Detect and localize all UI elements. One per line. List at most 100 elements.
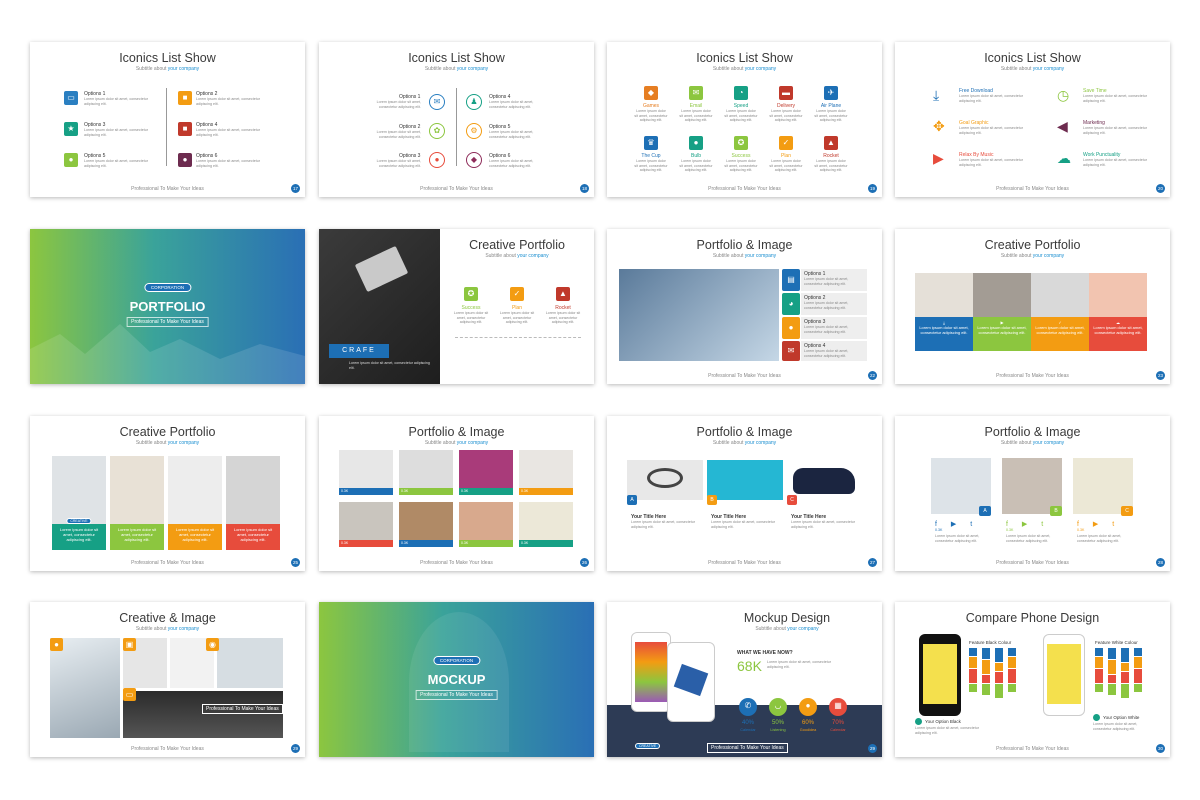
slide-footer: Professional To Make Your Ideas xyxy=(131,186,204,192)
slide-portfolio-image-2[interactable]: Portfolio & Image Subtitle about your co… xyxy=(319,416,594,571)
divider xyxy=(456,88,457,166)
chart-icon: ▤ xyxy=(782,269,800,291)
slide-subtitle: Subtitle about your company xyxy=(485,253,549,259)
image-icon: ▣ xyxy=(123,638,136,651)
bulb-icon: ● xyxy=(689,136,703,150)
bar-segment xyxy=(1134,648,1142,656)
bar-segment xyxy=(1121,663,1129,671)
flask-icon: ◆ xyxy=(466,152,482,168)
email-icon: ✉ xyxy=(782,341,800,361)
slide-title: Creative & Image xyxy=(119,611,216,625)
bar-segment xyxy=(1108,660,1116,674)
slide-title: Iconics List Show xyxy=(984,51,1081,65)
slide-mockup-design[interactable]: Mockup Design Subtitle about your compan… xyxy=(607,602,882,757)
slide-footer: Professional To Make Your Ideas xyxy=(996,746,1069,752)
slide-number: 25 xyxy=(291,558,300,567)
slide-title: Compare Phone Design xyxy=(965,611,1100,625)
book-photo xyxy=(459,450,513,488)
slide-iconics-list-2[interactable]: Iconics List Show Subtitle about your co… xyxy=(319,42,594,197)
slide-footer: Professional To Make Your Ideas xyxy=(708,373,781,379)
feature-box: ▶ Lorem ipsum dolor sit amet, consectetur… xyxy=(973,317,1031,351)
room-photo xyxy=(339,502,393,540)
jar-photo xyxy=(519,450,573,488)
drone-photo xyxy=(1031,273,1089,317)
medal-icon: ✪ xyxy=(734,136,748,150)
slide-subtitle: Subtitle about your company xyxy=(424,440,489,446)
bar-segment xyxy=(1121,684,1129,698)
social-stats: 0.3K xyxy=(519,540,573,547)
briefcase-icon: ■ xyxy=(178,122,192,136)
cover-title: MOCKUP xyxy=(427,672,486,687)
slide-creative-portfolio-3[interactable]: Creative Portfolio Subtitle about your c… xyxy=(30,416,305,571)
bulb-icon: ● xyxy=(799,698,817,716)
cover-title: PORTFOLIO xyxy=(129,299,206,314)
slide-number: 27 xyxy=(868,558,877,567)
monitor-icon: ▭ xyxy=(123,688,136,701)
bar-segment xyxy=(982,660,990,674)
social-stats: 0.3K xyxy=(459,540,513,547)
cloud-upload-icon: ☁ xyxy=(1057,150,1071,166)
slide-portfolio-image-3[interactable]: Portfolio & Image Subtitle about your co… xyxy=(607,416,882,571)
slide-title: Portfolio & Image xyxy=(408,425,505,439)
slide-number: 20 xyxy=(1156,184,1165,193)
headphones-icon: ◡ xyxy=(769,698,787,716)
calendar-icon: ▦ xyxy=(829,698,847,716)
slide-number: 29 xyxy=(291,744,300,753)
drone-shape xyxy=(647,468,683,488)
slide-iconics-list-1[interactable]: Iconics List Show Subtitle about your co… xyxy=(30,42,305,197)
gamepad-icon: ◆ xyxy=(644,86,658,100)
slide-iconics-list-3[interactable]: Iconics List Show Subtitle about your co… xyxy=(607,42,882,197)
slide-portfolio-cover[interactable]: CORPORATION PORTFOLIO Professional To Ma… xyxy=(30,229,305,384)
people-icon: ● xyxy=(178,153,192,167)
feature-box: ☁ Lorem ipsum dolor sit amet, consectetur… xyxy=(1089,317,1147,351)
lamp-photo xyxy=(168,456,222,524)
social-icons: f ▶ t xyxy=(935,521,979,528)
bar-segment xyxy=(969,684,977,692)
slide-title: Creative Portfolio xyxy=(984,238,1081,252)
cups-photo xyxy=(339,450,393,488)
bar-segment xyxy=(1134,669,1142,683)
phone-icon: ✆ xyxy=(739,698,757,716)
slide-number: 29 xyxy=(868,744,877,753)
bar-segment xyxy=(1108,648,1116,659)
bar-segment xyxy=(969,669,977,683)
check-icon xyxy=(1093,714,1100,721)
creative-badge: CREATIVE xyxy=(66,518,92,524)
skyscraper-photo xyxy=(50,638,120,738)
corporation-badge: CORPORATION xyxy=(143,283,192,292)
slide-portfolio-image-4[interactable]: Portfolio & Image Subtitle about your co… xyxy=(895,416,1170,571)
speedometer-icon: ◔ xyxy=(734,86,748,100)
slide-creative-portfolio-2[interactable]: Creative Portfolio Subtitle about your c… xyxy=(895,229,1170,384)
bar-segment xyxy=(969,648,977,656)
slide-subtitle: Subtitle about your company xyxy=(135,66,200,72)
man-computer-photo xyxy=(619,269,779,361)
slide-subtitle: Subtitle about your company xyxy=(712,440,777,446)
slide-creative-image[interactable]: Creative & Image Subtitle about your com… xyxy=(30,602,305,757)
bar-segment xyxy=(1121,672,1129,683)
slide-iconics-list-4[interactable]: Iconics List Show Subtitle about your co… xyxy=(895,42,1170,197)
slide-subtitle: Subtitle about your company xyxy=(1000,66,1065,72)
big-stat: 68K xyxy=(737,658,762,674)
slide-creative-portfolio-1[interactable]: CRAFE Lorem ipsum dolor sit amet, consec… xyxy=(319,229,594,384)
slide-title: Portfolio & Image xyxy=(984,425,1081,439)
slide-subtitle: Subtitle about your company xyxy=(1000,440,1065,446)
slide-number: 18 xyxy=(580,184,589,193)
pie-icon: ◕ xyxy=(782,293,800,315)
slide-number: 22 xyxy=(868,371,877,380)
slide-number: 23 xyxy=(1156,371,1165,380)
social-stats: 0.3K xyxy=(339,540,393,547)
slide-mockup-cover[interactable]: CORPORATION MOCKUP Professional To Make … xyxy=(319,602,594,757)
slide-compare-phone[interactable]: Compare Phone Design Feature Black Colou… xyxy=(895,602,1170,757)
chair-photo xyxy=(519,502,573,540)
airplane-icon: ✈ xyxy=(824,86,838,100)
social-stats: 0.3K xyxy=(459,488,513,495)
architecture-photo xyxy=(217,638,283,688)
slide-portfolio-image-1[interactable]: Portfolio & Image Subtitle about your co… xyxy=(607,229,882,384)
chair-photo xyxy=(110,456,164,524)
bar-segment xyxy=(1095,684,1103,692)
slide-footer: Professional To Make Your Ideas xyxy=(708,186,781,192)
slide-footer: Professional To Make Your Ideas xyxy=(996,560,1069,566)
bar-segment xyxy=(982,675,990,683)
chat-icon: ● xyxy=(429,152,445,168)
slide-subtitle: Subtitle about your company xyxy=(712,253,777,259)
